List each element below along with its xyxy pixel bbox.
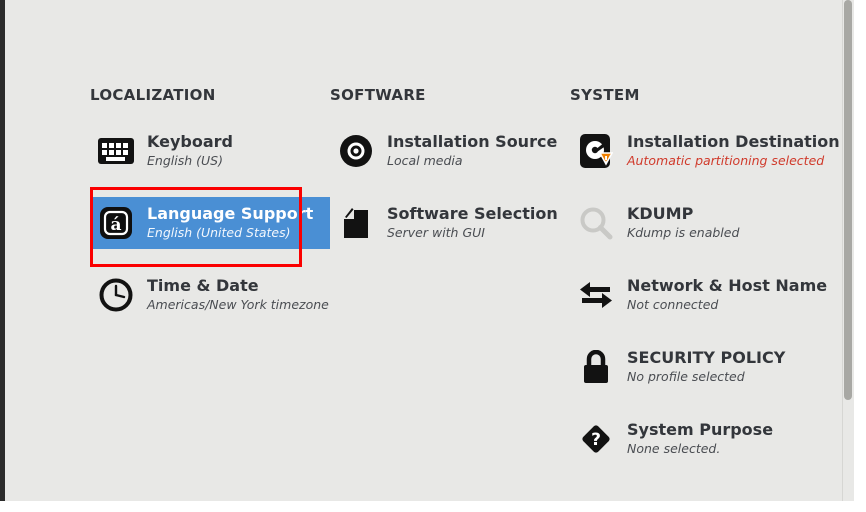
svg-text:?: ? bbox=[591, 430, 601, 450]
svg-text:á: á bbox=[110, 215, 121, 235]
spoke-labels: Time & Date Americas/New York timezone bbox=[147, 274, 329, 314]
question-diamond-icon: ? bbox=[575, 418, 617, 460]
spoke-title: Language Support bbox=[147, 204, 314, 223]
section-title-system: SYSTEM bbox=[570, 86, 640, 104]
spoke-subtitle: Kdump is enabled bbox=[627, 225, 740, 241]
spoke-subtitle: English (US) bbox=[147, 153, 223, 169]
spoke-time-and-date[interactable]: Time & Date Americas/New York timezone bbox=[90, 269, 330, 321]
window-bottom-edge bbox=[0, 501, 866, 512]
spoke-title: Network & Host Name bbox=[627, 276, 828, 295]
spoke-labels: Language Support English (United States) bbox=[147, 202, 313, 242]
spoke-subtitle: Server with GUI bbox=[387, 225, 485, 241]
section-title-localization: LOCALIZATION bbox=[90, 86, 216, 104]
spoke-system-purpose[interactable]: ? System Purpose None selected. bbox=[570, 413, 850, 465]
spoke-title: Installation Destination bbox=[627, 132, 840, 151]
keyboard-icon bbox=[95, 130, 137, 172]
disc-icon bbox=[335, 130, 377, 172]
installer-summary-screen: LOCALIZATION Keyboard English (US) á Lan… bbox=[0, 0, 866, 512]
spoke-labels: SECURITY POLICY No profile selected bbox=[627, 346, 785, 386]
vertical-scrollbar-thumb[interactable] bbox=[844, 0, 852, 400]
spoke-subtitle: English (United States) bbox=[147, 225, 291, 241]
spoke-network-and-host-name[interactable]: Network & Host Name Not connected bbox=[570, 269, 850, 321]
spoke-subtitle: Not connected bbox=[627, 297, 719, 313]
spoke-labels: Keyboard English (US) bbox=[147, 130, 233, 170]
lock-icon bbox=[575, 346, 617, 388]
magnifier-icon bbox=[575, 202, 617, 244]
harddrive-warning-icon bbox=[575, 130, 617, 172]
spoke-title: System Purpose bbox=[627, 420, 774, 439]
spoke-subtitle-warning: Automatic partitioning selected bbox=[627, 153, 825, 169]
spoke-language-support[interactable]: á Language Support English (United State… bbox=[90, 197, 330, 249]
spoke-title: Software Selection bbox=[387, 204, 558, 223]
spoke-subtitle: Americas/New York timezone bbox=[147, 297, 329, 313]
spoke-labels: Network & Host Name Not connected bbox=[627, 274, 827, 314]
spoke-title: SECURITY POLICY bbox=[627, 348, 786, 367]
clock-icon bbox=[95, 274, 137, 316]
vertical-scrollbar-track[interactable] bbox=[842, 0, 854, 501]
spoke-subtitle: None selected. bbox=[627, 441, 721, 457]
spoke-labels: Installation Destination Automatic parti… bbox=[627, 130, 840, 170]
column-software: SOFTWARE Installation Source Local media bbox=[330, 88, 570, 269]
spoke-keyboard[interactable]: Keyboard English (US) bbox=[90, 125, 330, 177]
spoke-installation-source[interactable]: Installation Source Local media bbox=[330, 125, 570, 177]
installation-summary-hub: LOCALIZATION Keyboard English (US) á Lan… bbox=[5, 0, 854, 501]
spoke-software-selection[interactable]: Software Selection Server with GUI bbox=[330, 197, 570, 249]
spoke-title: KDUMP bbox=[627, 204, 694, 223]
language-support-icon: á bbox=[95, 202, 137, 244]
spoke-installation-destination[interactable]: Installation Destination Automatic parti… bbox=[570, 125, 850, 177]
spoke-subtitle: Local media bbox=[387, 153, 463, 169]
spoke-title: Keyboard bbox=[147, 132, 233, 151]
spoke-security-policy[interactable]: SECURITY POLICY No profile selected bbox=[570, 341, 850, 393]
network-arrows-icon bbox=[575, 274, 617, 316]
section-title-software: SOFTWARE bbox=[330, 86, 426, 104]
column-system: SYSTEM Installation Destination Automati… bbox=[570, 88, 850, 485]
spoke-labels: KDUMP Kdump is enabled bbox=[627, 202, 739, 242]
spoke-title: Installation Source bbox=[387, 132, 558, 151]
column-localization: LOCALIZATION Keyboard English (US) á Lan… bbox=[90, 88, 330, 341]
spoke-kdump[interactable]: KDUMP Kdump is enabled bbox=[570, 197, 850, 249]
package-icon bbox=[335, 202, 377, 244]
spoke-title: Time & Date bbox=[147, 276, 259, 295]
spoke-labels: System Purpose None selected. bbox=[627, 418, 773, 458]
spoke-labels: Installation Source Local media bbox=[387, 130, 557, 170]
spoke-labels: Software Selection Server with GUI bbox=[387, 202, 558, 242]
spoke-columns: LOCALIZATION Keyboard English (US) á Lan… bbox=[90, 88, 850, 485]
spoke-subtitle: No profile selected bbox=[627, 369, 745, 385]
